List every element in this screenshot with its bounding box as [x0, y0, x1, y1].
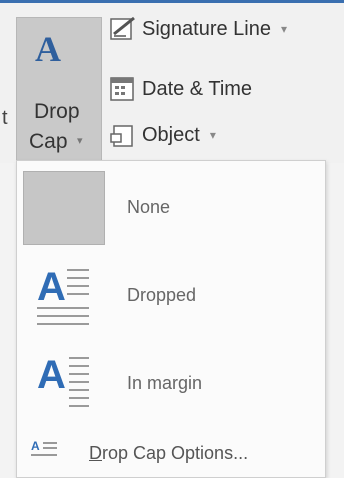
menu-item-label: Dropped [127, 285, 197, 305]
partial-label: t [2, 107, 8, 129]
drop-cap-menu: None A Dropped A In margin A Drop Cap Op… [16, 160, 326, 478]
object-button[interactable]: Object ▾ [108, 117, 216, 153]
drop-cap-options-label: Drop Cap Options... [89, 443, 249, 463]
object-icon [108, 120, 142, 150]
drop-cap-options-item[interactable]: A Drop Cap Options... [17, 433, 325, 473]
date-time-label: Date & Time [142, 77, 253, 100]
menu-item-in-margin[interactable]: A In margin [17, 341, 325, 429]
chevron-down-icon[interactable]: ▾ [210, 128, 216, 142]
drop-cap-icon: A [35, 29, 61, 69]
chevron-down-icon: ▾ [77, 135, 83, 147]
calendar-icon [108, 74, 142, 104]
drop-cap-button[interactable]: A Drop Cap ▾ [16, 17, 102, 163]
date-time-button[interactable]: Date & Time [108, 71, 252, 107]
in-margin-dropcap-icon: A [23, 347, 105, 421]
menu-item-label: In margin [127, 373, 203, 393]
menu-item-dropped[interactable]: A Dropped [17, 253, 325, 341]
signature-line-button[interactable]: Signature Line ▾ [108, 11, 287, 47]
signature-line-label: Signature Line [142, 17, 271, 40]
object-label: Object [142, 123, 200, 146]
chevron-down-icon[interactable]: ▾ [281, 22, 287, 36]
no-dropcap-icon [23, 171, 105, 245]
insert-ribbon-group: t A Drop Cap ▾ Signature Line ▾ Date & T… [0, 3, 344, 163]
drop-cap-label-line1: Drop [34, 100, 80, 123]
drop-cap-options-icon: A [31, 439, 61, 463]
drop-cap-label-line2: Cap [29, 130, 68, 153]
signature-pen-icon [108, 14, 142, 44]
dropped-dropcap-icon: A [23, 259, 105, 333]
menu-item-none[interactable]: None [17, 165, 325, 253]
menu-item-label: None [127, 197, 171, 217]
